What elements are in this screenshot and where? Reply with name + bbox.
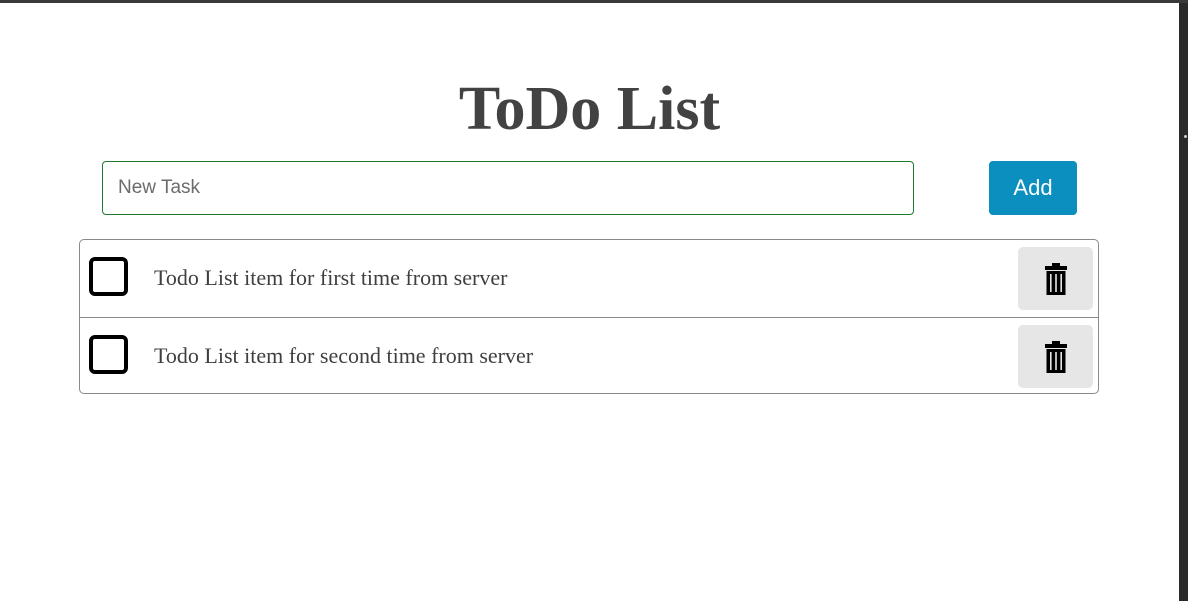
delete-button[interactable] <box>1018 325 1093 388</box>
add-button[interactable]: Add <box>989 161 1077 215</box>
delete-button[interactable] <box>1018 247 1093 310</box>
todo-item: Todo List item for second time from serv… <box>80 317 1098 393</box>
new-task-input[interactable] <box>102 161 914 215</box>
trash-icon <box>1044 262 1067 295</box>
todo-list: Todo List item for first time from serve… <box>79 239 1099 394</box>
todo-item-text: Todo List item for second time from serv… <box>154 343 534 368</box>
page-title: ToDo List <box>458 75 721 143</box>
todo-app: ToDo List Add Todo List item for first t… <box>0 3 1179 601</box>
scrollbar-marker <box>1184 135 1187 138</box>
trash-icon <box>1044 340 1067 373</box>
window-scrollbar[interactable] <box>1179 3 1188 601</box>
todo-item: Todo List item for first time from serve… <box>80 240 1098 317</box>
todo-item-text: Todo List item for first time from serve… <box>154 265 508 290</box>
todo-checkbox[interactable] <box>89 257 128 296</box>
todo-checkbox[interactable] <box>89 335 128 374</box>
